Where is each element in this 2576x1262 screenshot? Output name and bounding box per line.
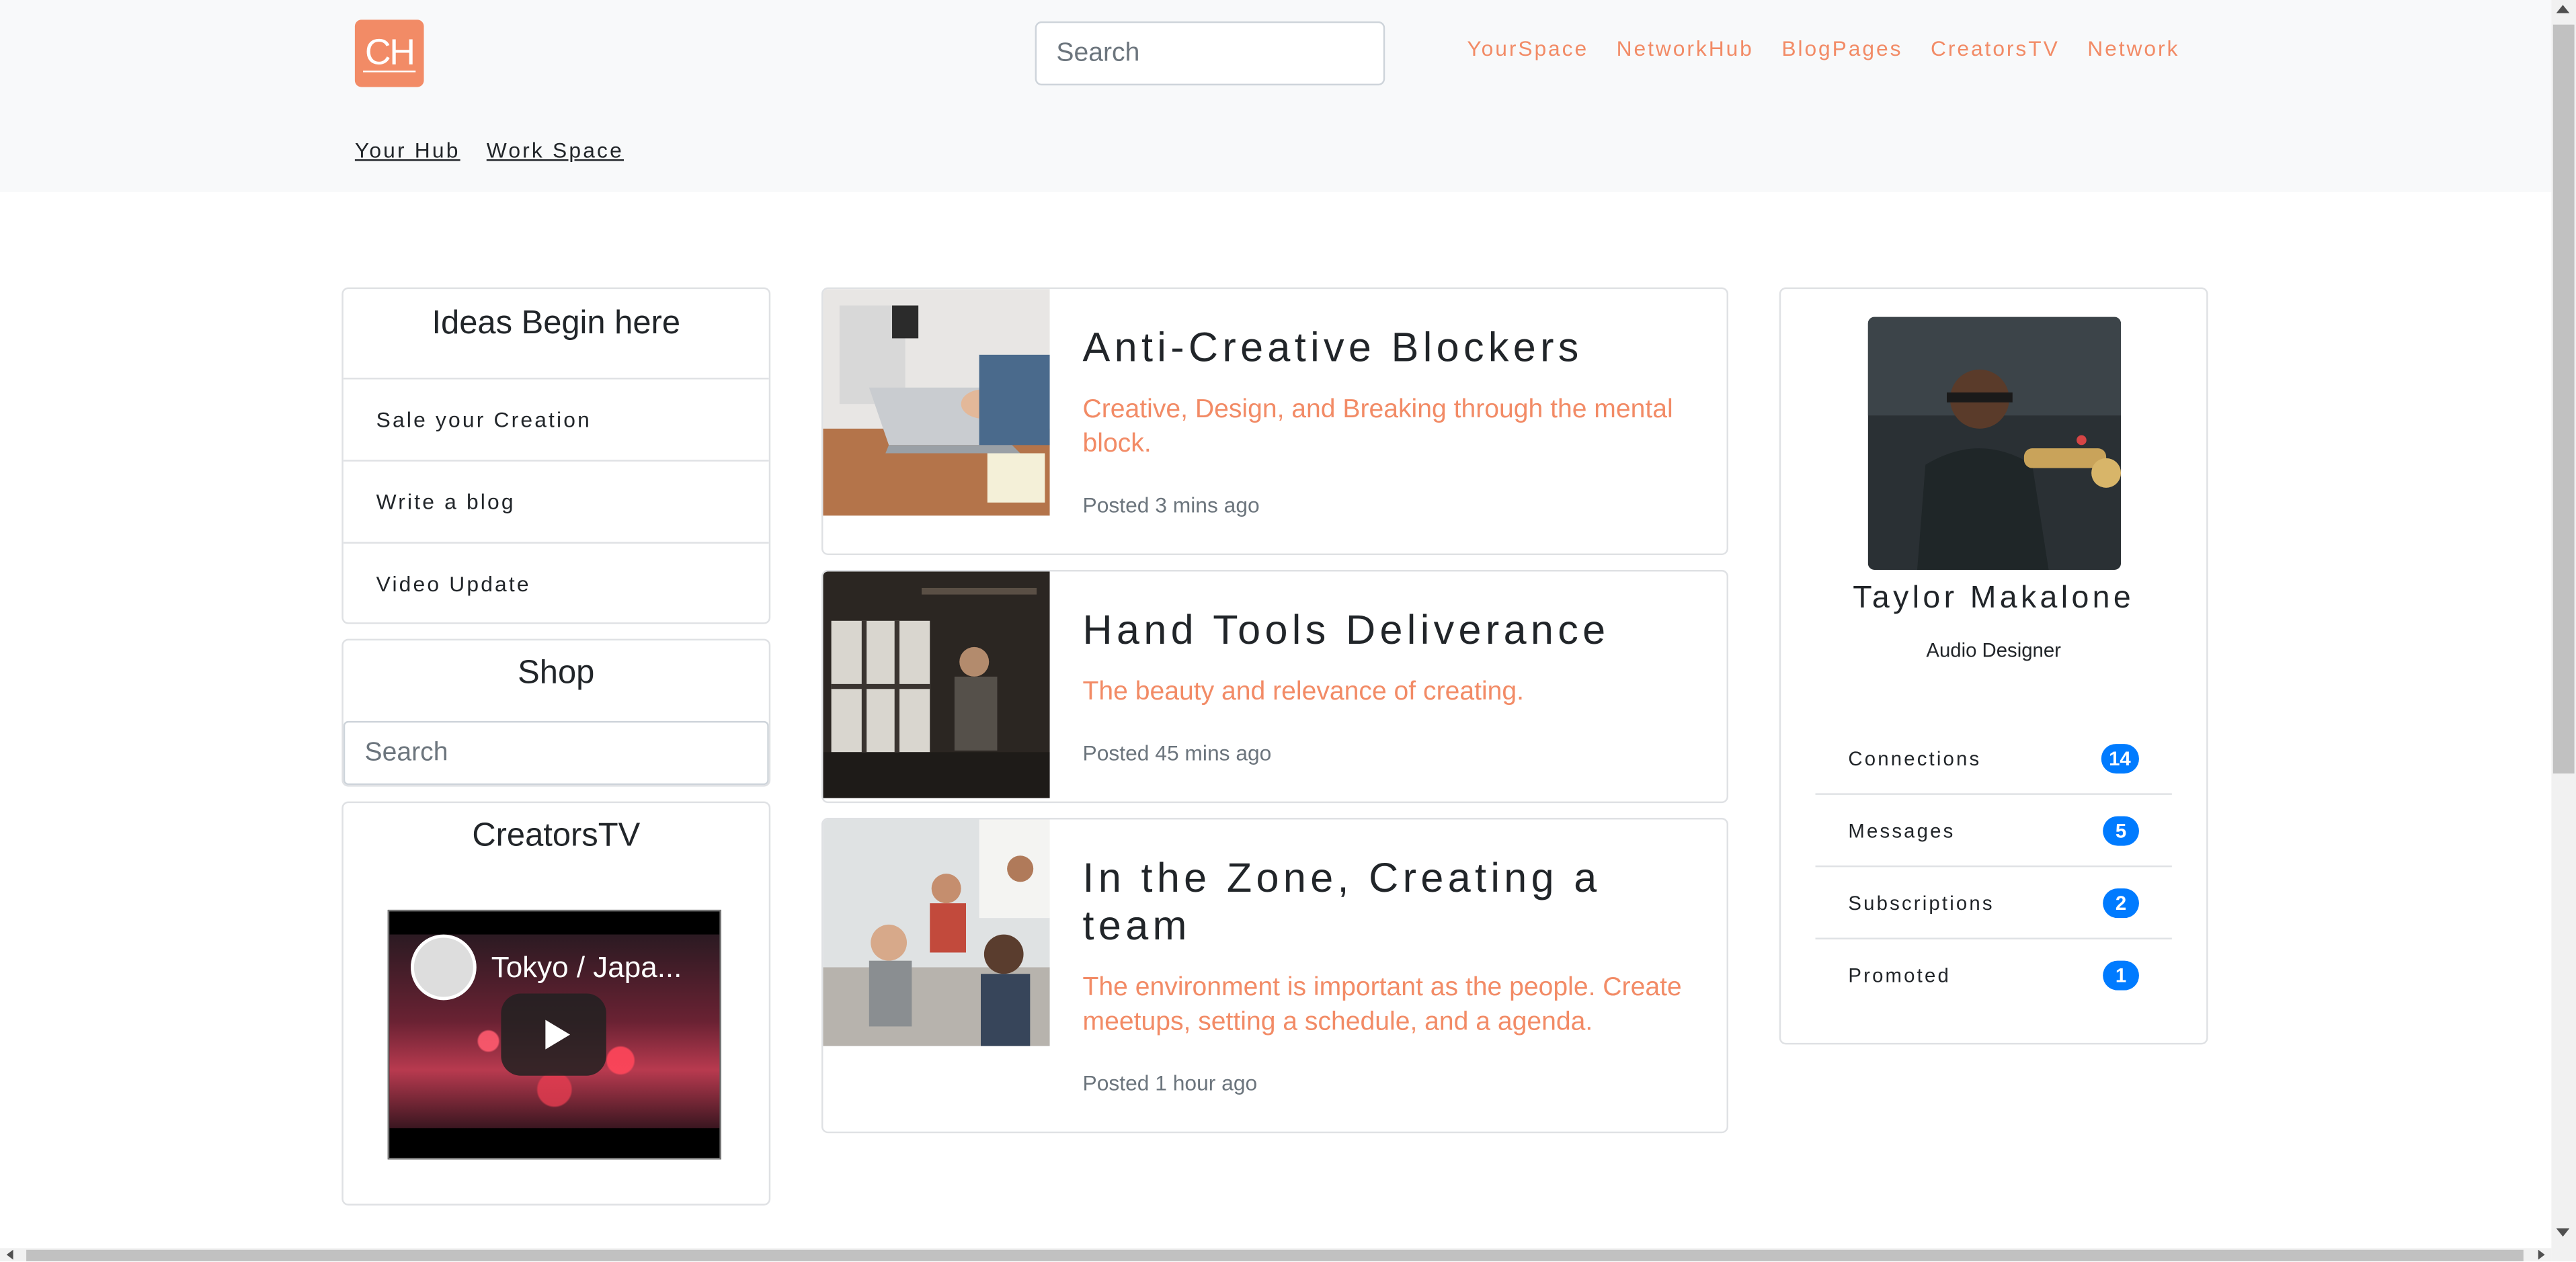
- profile-name: Taylor Makalone: [1853, 581, 2135, 616]
- post-card[interactable]: In the Zone, Creating a team The environ…: [821, 818, 1728, 1134]
- navbar-search-input[interactable]: [1035, 21, 1385, 86]
- post-title[interactable]: In the Zone, Creating a team: [1083, 855, 1691, 951]
- stat-label: Connections: [1848, 746, 1982, 769]
- creatorstv-card: CreatorsTV Tokyo / Japa...: [341, 801, 771, 1206]
- post-timestamp: Posted 3 mins ago: [1082, 493, 1260, 517]
- scroll-right-icon[interactable]: [2538, 1249, 2545, 1260]
- brand-logo[interactable]: CH: [354, 19, 424, 87]
- page: CH YourSpace NetworkHub BlogPages Creato…: [0, 0, 2576, 1261]
- play-icon: [545, 1019, 571, 1050]
- post-title[interactable]: Anti-Creative Blockers: [1083, 325, 1691, 373]
- vertical-scrollbar-thumb[interactable]: [2552, 24, 2575, 774]
- post-timestamp: Posted 45 mins ago: [1082, 741, 1272, 765]
- shop-card: Shop: [341, 638, 771, 787]
- scroll-up-icon[interactable]: [2556, 5, 2570, 13]
- channel-avatar[interactable]: [410, 934, 477, 1001]
- stat-label: Messages: [1848, 818, 1956, 842]
- nav-link-blogpages[interactable]: BlogPages: [1781, 36, 1902, 61]
- post-card[interactable]: Anti-Creative Blockers Creative, Design,…: [821, 287, 1728, 556]
- brand-logo-text: CH: [363, 34, 416, 73]
- scroll-left-icon[interactable]: [6, 1249, 13, 1260]
- shop-search-input[interactable]: [343, 720, 769, 786]
- post-card[interactable]: Hand Tools Deliverance The beauty and re…: [821, 570, 1728, 804]
- play-button[interactable]: [501, 993, 606, 1076]
- stat-promoted[interactable]: Promoted 1: [1816, 939, 2172, 1012]
- sub-link-your-hub[interactable]: Your Hub: [355, 138, 460, 163]
- count-badge: 5: [2103, 815, 2139, 845]
- post-image-laptop: [823, 289, 1050, 516]
- post-subtitle: The environment is important as the peop…: [1082, 974, 1682, 1037]
- nav-link-yourspace[interactable]: YourSpace: [1467, 36, 1588, 61]
- profile-role: Audio Designer: [1926, 638, 2061, 662]
- sub-link-work-space[interactable]: Work Space: [487, 138, 624, 163]
- stat-label: Promoted: [1848, 964, 1951, 987]
- post-image-workshop: [823, 571, 1050, 798]
- stat-connections[interactable]: Connections 14: [1815, 722, 2172, 795]
- profile-photo[interactable]: [1867, 317, 2122, 571]
- video-player[interactable]: Tokyo / Japa...: [387, 909, 721, 1160]
- count-badge: 14: [2100, 743, 2139, 773]
- sub-nav: Your Hub Work Space: [355, 138, 624, 163]
- nav-links: YourSpace NetworkHub BlogPages CreatorsT…: [1467, 36, 2179, 61]
- navbar: CH YourSpace NetworkHub BlogPages Creato…: [0, 0, 2552, 192]
- ideas-card: Ideas Begin here Sale your Creation Writ…: [341, 287, 771, 624]
- nav-link-network[interactable]: Network: [2087, 36, 2179, 61]
- horizontal-scrollbar-thumb[interactable]: [26, 1249, 2524, 1261]
- ideas-item-write-blog[interactable]: Write a blog: [343, 460, 769, 542]
- creatorstv-title: CreatorsTV: [472, 818, 641, 854]
- ideas-item-sale-creation[interactable]: Sale your Creation: [343, 378, 769, 460]
- post-title[interactable]: Hand Tools Deliverance: [1083, 607, 1691, 655]
- nav-link-networkhub[interactable]: NetworkHub: [1617, 36, 1754, 61]
- profile-card: Taylor Makalone Audio Designer Connectio…: [1779, 287, 2208, 1045]
- shop-title: Shop: [518, 655, 595, 691]
- ideas-title: Ideas Begin here: [432, 305, 681, 342]
- ideas-item-video-update[interactable]: Video Update: [343, 542, 769, 622]
- nav-link-creatorstv[interactable]: CreatorsTV: [1931, 36, 2060, 61]
- stat-label: Subscriptions: [1848, 890, 1995, 915]
- video-title[interactable]: Tokyo / Japa...: [491, 951, 682, 985]
- stat-messages[interactable]: Messages 5: [1815, 795, 2172, 868]
- scroll-down-icon[interactable]: [2556, 1228, 2570, 1237]
- post-image-team: [823, 819, 1050, 1046]
- post-subtitle: Creative, Design, and Breaking through t…: [1082, 395, 1673, 458]
- count-badge: 1: [2103, 960, 2139, 991]
- post-timestamp: Posted 1 hour ago: [1082, 1070, 1258, 1096]
- count-badge: 2: [2103, 887, 2139, 917]
- post-subtitle: The beauty and relevance of creating.: [1082, 678, 1525, 706]
- stat-subscriptions[interactable]: Subscriptions 2: [1815, 867, 2172, 939]
